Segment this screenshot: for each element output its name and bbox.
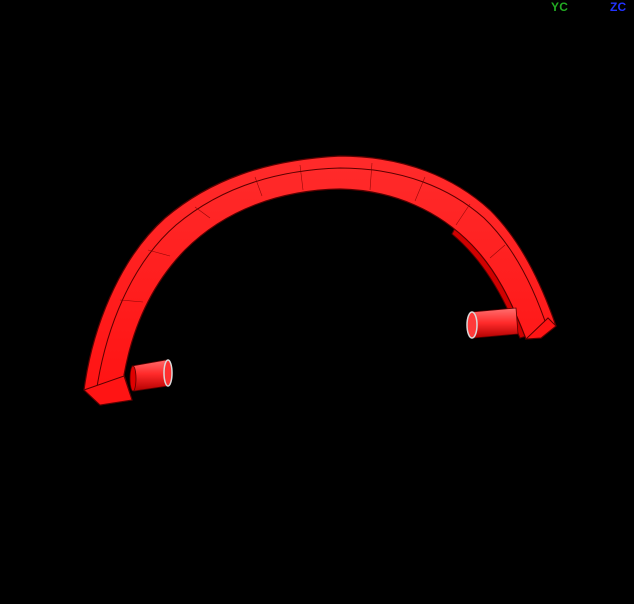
yc-axis-label: YC [551,0,569,14]
zc-axis-label: ZC [610,0,627,14]
3d-model-view[interactable] [0,0,634,604]
left-pin-body [131,359,169,392]
graphics-viewport[interactable]: YC ZC [0,0,634,604]
left-pin[interactable] [129,359,173,392]
right-pin-body [471,307,519,339]
left-pin-end [163,359,173,387]
handle-top-edge [96,167,549,388]
right-pin-end [466,311,478,339]
right-pin[interactable] [466,307,519,339]
